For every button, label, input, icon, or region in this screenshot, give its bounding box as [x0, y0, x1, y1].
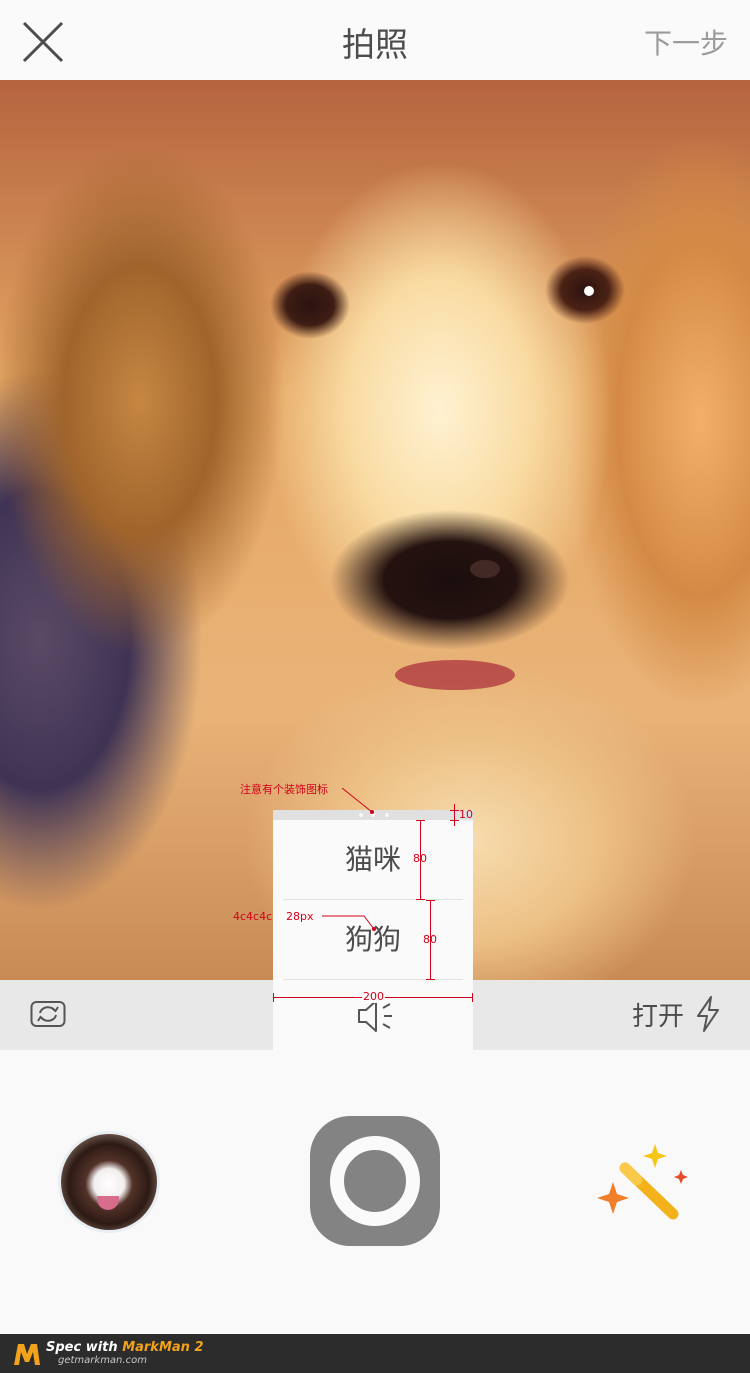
annotation-line — [426, 900, 435, 901]
annotation-line — [450, 820, 459, 821]
shutter-button[interactable] — [310, 1116, 440, 1246]
annotation-line — [416, 820, 425, 821]
annotation-arrow — [341, 787, 374, 814]
annotation-text-color: 4c4c4c — [233, 910, 273, 923]
annotation-top-gap: 10 — [459, 808, 473, 821]
footer-prefix: Spec with — [46, 1340, 123, 1355]
annotation-line — [273, 993, 274, 1002]
photo-detail — [395, 660, 515, 690]
flash-toggle[interactable]: 打开 — [632, 994, 722, 1034]
annotation-row2-height: 80 — [423, 933, 437, 946]
annotation-arrow — [322, 915, 376, 931]
top-navigation-bar: 拍照 下一步 — [0, 0, 750, 80]
speaker-mute-icon[interactable] — [355, 998, 395, 1034]
annotation-line — [472, 993, 473, 1002]
markman-logo — [14, 1344, 40, 1365]
annotation-line — [416, 899, 425, 900]
next-step-button[interactable]: 下一步 — [644, 22, 728, 62]
menu-option-cat[interactable]: 猫咪 — [283, 820, 463, 900]
annotation-decoration-note: 注意有个装饰图标 — [240, 783, 328, 796]
camera-screen: 拍照 下一步 打开 猫咪 狗狗 注意有个装饰图标 10 80 80 4c4c4c… — [0, 0, 750, 1373]
footer-brand: MarkMan 2 — [122, 1340, 204, 1355]
page-title: 拍照 — [342, 25, 408, 64]
annotation-line — [426, 979, 435, 980]
photo-detail — [97, 1196, 119, 1210]
magic-wand-icon[interactable] — [595, 1140, 695, 1230]
annotation-line — [450, 810, 459, 811]
annotation-row1-height: 80 — [413, 852, 427, 865]
capture-panel — [0, 1050, 750, 1334]
photo-detail — [584, 286, 594, 296]
footer-line2: getmarkman.com — [58, 1355, 147, 1366]
annotation-line — [454, 804, 455, 826]
footer-line1: Spec with MarkMan 2 — [46, 1340, 204, 1355]
annotation-text-size: 28px — [286, 910, 314, 923]
lightning-icon — [697, 996, 719, 1032]
shutter-ring — [330, 1136, 420, 1226]
camera-switch-icon[interactable] — [30, 1000, 66, 1028]
album-thumbnail[interactable] — [61, 1134, 157, 1230]
markman-footer: Spec with MarkMan 2 getmarkman.com — [0, 1334, 750, 1373]
flash-label: 打开 — [631, 1001, 684, 1032]
decoration-dot — [385, 813, 389, 817]
photo-detail — [470, 560, 500, 578]
annotation-width: 200 — [362, 990, 385, 1003]
